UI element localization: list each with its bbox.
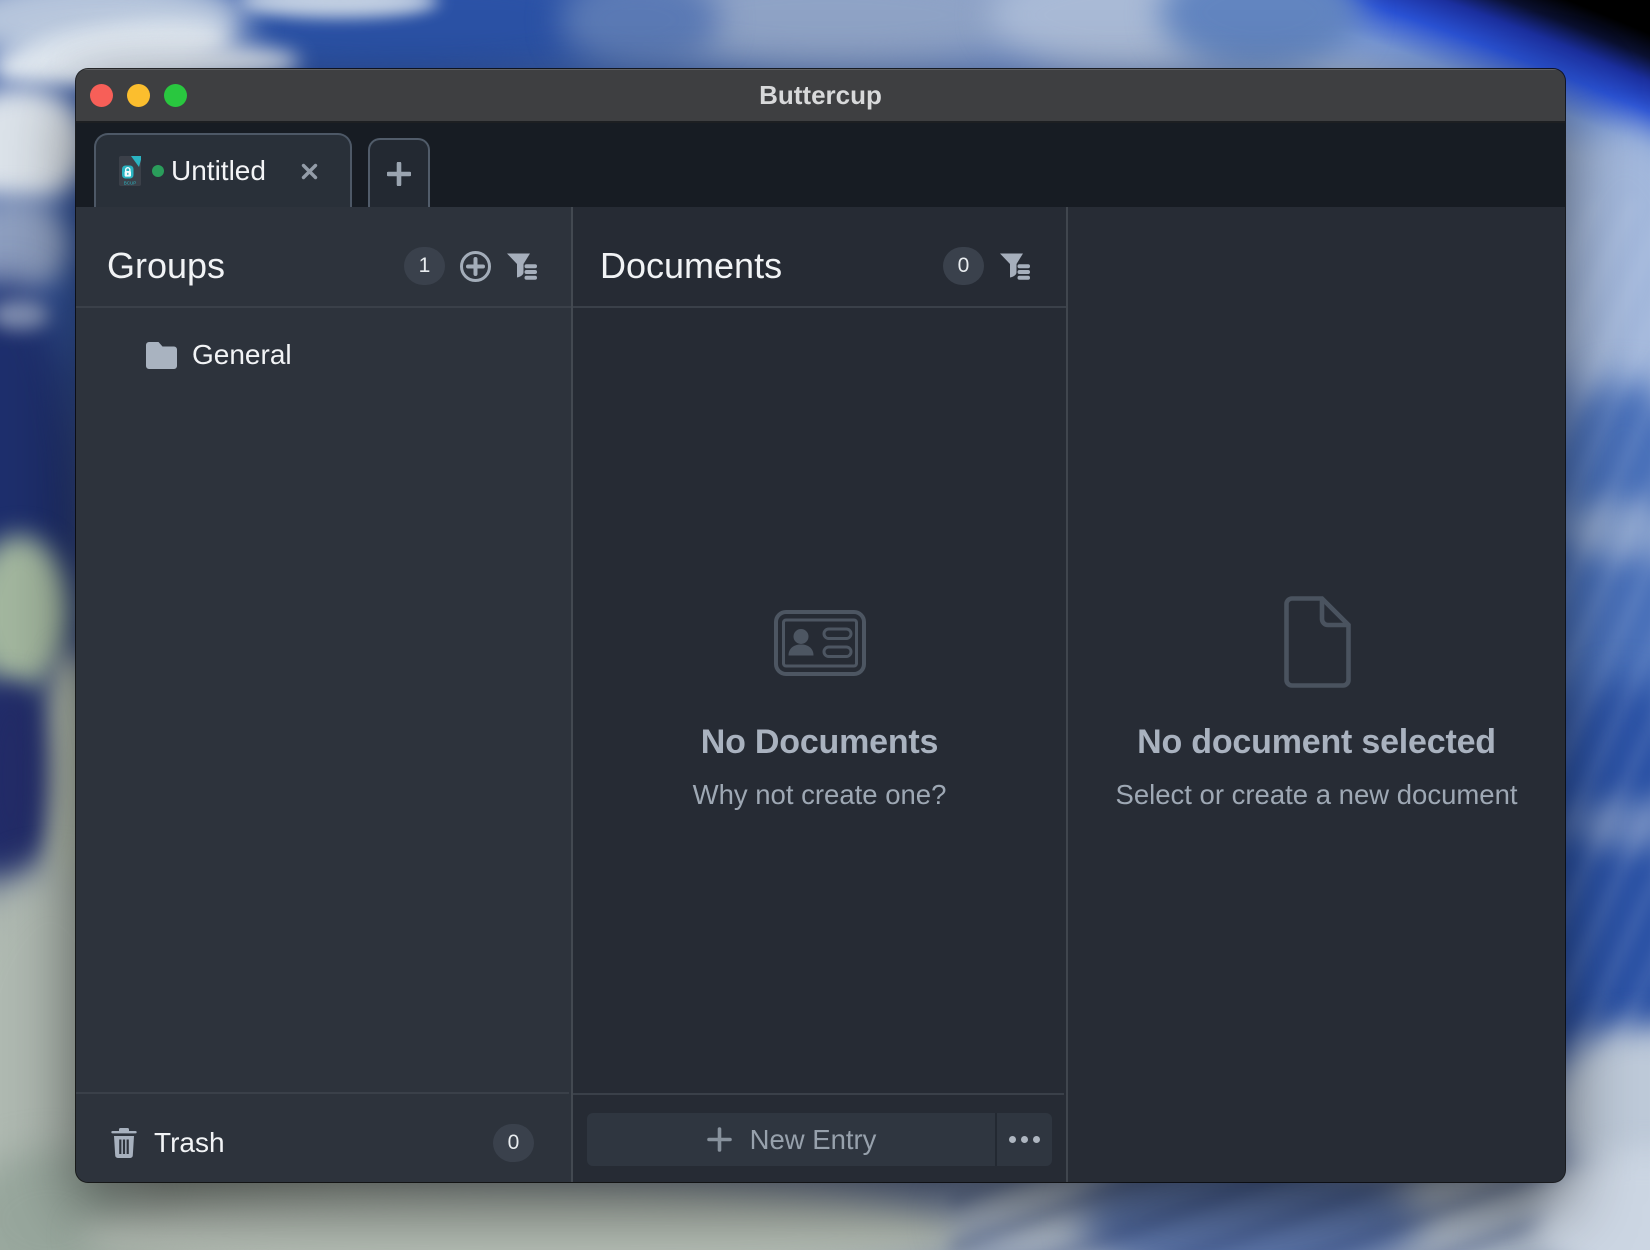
svg-text:BCUP: BCUP [124, 181, 137, 186]
